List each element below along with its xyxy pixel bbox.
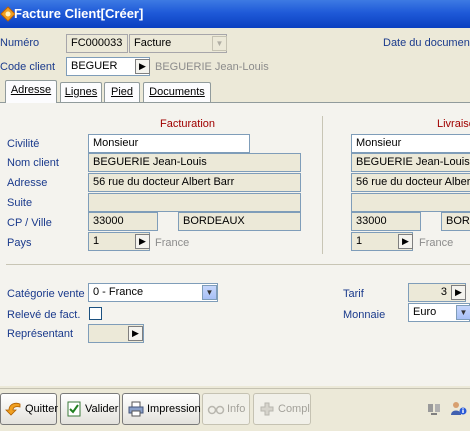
- valider-button[interactable]: Valider: [60, 393, 120, 425]
- livraison-nom-field[interactable]: BEGUERIE Jean-Louis: [351, 153, 470, 172]
- tab-lignes[interactable]: Lignes: [60, 82, 102, 102]
- document-type-value: Facture: [134, 37, 172, 49]
- representant-label: Représentant: [7, 328, 74, 340]
- livraison-suite-field[interactable]: [351, 193, 470, 212]
- representant-lookup-button[interactable]: ▶: [128, 326, 143, 341]
- window-title: Facture Client[Créer]: [14, 6, 144, 21]
- tab-documents-label: Documents: [149, 86, 205, 98]
- user-info-icon[interactable]: [449, 400, 467, 418]
- tab-pied[interactable]: Pied: [104, 82, 140, 102]
- facturation-nom-field[interactable]: BEGUERIE Jean-Louis: [88, 153, 301, 172]
- pays-label: Pays: [7, 237, 32, 249]
- cp-ville-label: CP / Ville: [7, 217, 52, 229]
- compl-button[interactable]: Compl: [253, 393, 311, 425]
- chevron-down-icon[interactable]: ▼: [456, 305, 470, 320]
- quitter-label: Quitter: [25, 403, 59, 416]
- civilite-label: Civilité: [7, 138, 40, 150]
- validate-check-icon: [67, 401, 81, 417]
- releve-fact-label: Relevé de fact.: [7, 309, 81, 321]
- categorie-vente-value: 0 - France: [93, 286, 144, 298]
- valider-label: Valider: [85, 403, 119, 416]
- suite-label: Suite: [7, 197, 33, 209]
- tarif-label: Tarif: [343, 288, 364, 300]
- code-client-lookup-button[interactable]: ▶: [135, 59, 150, 74]
- title-bar: Facture Client[Créer]: [0, 0, 470, 28]
- monnaie-label: Monnaie: [343, 309, 386, 321]
- date-document-label: Date du document: [383, 37, 470, 49]
- facturation-pays-lookup-button[interactable]: ▶: [135, 234, 150, 249]
- tab-adresse-label: Adresse: [10, 84, 52, 96]
- livraison-cp-field[interactable]: 33000: [351, 212, 421, 231]
- info-label: Info: [227, 403, 246, 416]
- code-client-label: Code client: [0, 61, 56, 73]
- livraison-ville-field[interactable]: BORD: [441, 212, 470, 231]
- facturation-civilite-field[interactable]: Monsieur: [88, 134, 250, 153]
- printer-icon: [128, 401, 144, 417]
- horizontal-divider: [6, 264, 470, 265]
- releve-fact-checkbox[interactable]: [89, 307, 102, 320]
- chevron-down-icon[interactable]: ▼: [212, 36, 227, 51]
- facturation-adresse-field[interactable]: 56 rue du docteur Albert Barr: [88, 173, 301, 192]
- monnaie-value: Euro: [413, 306, 437, 318]
- facturation-title: Facturation: [160, 118, 216, 130]
- adresse-label: Adresse: [7, 177, 48, 189]
- categorie-vente-label: Catégorie vente: [7, 288, 85, 300]
- facturation-cp-field[interactable]: 33000: [88, 212, 158, 231]
- compl-label: Compl: [278, 403, 310, 416]
- tarif-lookup-button[interactable]: ▶: [451, 285, 466, 300]
- livraison-pays-lookup-button[interactable]: ▶: [398, 234, 413, 249]
- tab-pied-label: Pied: [110, 86, 134, 98]
- tab-lignes-label: Lignes: [64, 86, 98, 98]
- info-button[interactable]: Info: [202, 393, 250, 425]
- quit-arrow-icon: [5, 402, 21, 416]
- chevron-down-icon[interactable]: ▼: [202, 285, 217, 300]
- impression-label: Impression: [147, 403, 201, 416]
- info-glasses-icon: [207, 405, 225, 415]
- facturation-suite-field[interactable]: [88, 193, 301, 212]
- tab-adresse[interactable]: Adresse: [5, 80, 57, 103]
- livraison-adresse-field[interactable]: 56 rue du docteur Albert: [351, 173, 470, 192]
- impression-button[interactable]: Impression: [122, 393, 201, 425]
- quitter-button[interactable]: Quitter: [0, 393, 59, 425]
- facturation-pays-name: France: [155, 237, 190, 249]
- plus-icon: [260, 402, 274, 416]
- numero-label: Numéro: [0, 37, 40, 49]
- client-name-text: BEGUERIE Jean-Louis: [155, 61, 269, 73]
- numero-field[interactable]: FC000033: [66, 34, 128, 53]
- facturation-ville-field[interactable]: BORDEAUX: [178, 212, 301, 231]
- livraison-pays-name: France: [419, 237, 454, 249]
- tab-documents[interactable]: Documents: [143, 82, 211, 102]
- network-icon[interactable]: [426, 401, 442, 417]
- section-divider: [322, 116, 323, 254]
- categorie-vente-select[interactable]: 0 - France: [88, 283, 218, 302]
- nom-client-label: Nom client: [7, 157, 59, 169]
- livraison-title: Livraiso: [437, 118, 470, 130]
- livraison-civilite-field[interactable]: Monsieur: [351, 134, 470, 153]
